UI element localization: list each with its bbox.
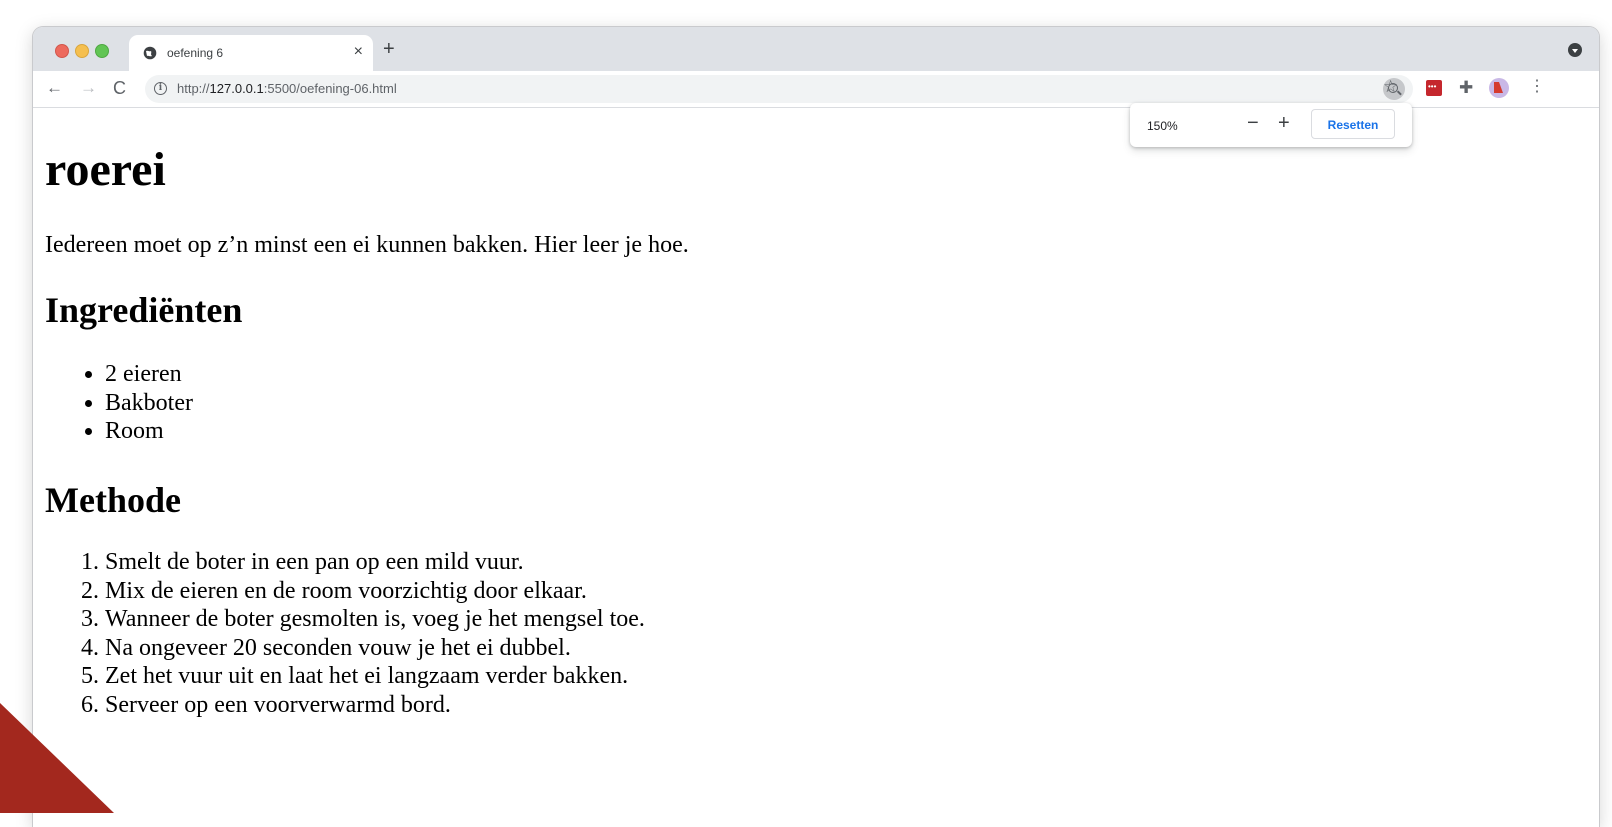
ingredients-heading: Ingrediënten <box>45 290 243 330</box>
browser-window: oefening 6 × + ← → C i http://127.0.0.1:… <box>33 27 1599 827</box>
extension-lastpass-icon[interactable] <box>1426 80 1442 96</box>
page-title: roerei <box>45 143 166 196</box>
info-icon[interactable]: i <box>154 82 167 95</box>
tab-title: oefening 6 <box>167 46 224 60</box>
list-item: Zet het vuur uit en laat het ei langzaam… <box>105 662 645 691</box>
minimize-window-button[interactable] <box>75 44 89 58</box>
address-bar[interactable]: i http://127.0.0.1:5500/oefening-06.html <box>145 75 1413 103</box>
new-tab-button[interactable]: + <box>383 39 395 59</box>
forward-button[interactable]: → <box>80 79 97 97</box>
back-button[interactable]: ← <box>46 79 63 97</box>
maximize-window-button[interactable] <box>95 44 109 58</box>
list-item: Serveer op een voorverwarmd bord. <box>105 691 645 720</box>
list-item: Smelt de boter in een pan op een mild vu… <box>105 548 645 577</box>
list-item: Bakboter <box>105 389 193 418</box>
reload-button[interactable]: C <box>113 79 126 97</box>
profile-avatar[interactable] <box>1489 78 1509 98</box>
list-item: 2 eieren <box>105 360 193 389</box>
zoom-out-button[interactable]: − <box>1247 112 1259 134</box>
menu-icon[interactable]: ⋮ <box>1529 77 1545 97</box>
corner-decoration <box>0 703 114 813</box>
zoom-in-button[interactable]: + <box>1278 112 1290 134</box>
star-icon[interactable]: ☆ <box>1383 77 1398 97</box>
tab-search-icon[interactable] <box>1568 43 1582 57</box>
tab-strip: oefening 6 × + <box>33 27 1599 71</box>
globe-icon <box>143 46 157 60</box>
list-item: Room <box>105 417 193 446</box>
list-item: Mix de eieren en de room voorzichtig doo… <box>105 577 645 606</box>
zoom-popup: 150% − + Resetten <box>1130 103 1412 147</box>
close-window-button[interactable] <box>55 44 69 58</box>
url-path: :5500/oefening-06.html <box>263 81 397 96</box>
url-text[interactable]: http://127.0.0.1:5500/oefening-06.html <box>177 81 397 96</box>
list-item: Wanneer de boter gesmolten is, voeg je h… <box>105 605 645 634</box>
zoom-level: 150% <box>1147 119 1178 133</box>
ingredients-list: 2 eieren Bakboter Room <box>45 360 193 446</box>
tab-close-button[interactable]: × <box>354 43 363 61</box>
zoom-reset-button[interactable]: Resetten <box>1311 109 1395 139</box>
method-heading: Methode <box>45 480 181 520</box>
page-content: roerei Iedereen moet op z’n minst een ei… <box>45 108 1599 827</box>
list-item: Na ongeveer 20 seconden vouw je het ei d… <box>105 634 645 663</box>
url-host: 127.0.0.1 <box>209 81 264 96</box>
method-steps-list: Smelt de boter in een pan op een mild vu… <box>45 548 645 719</box>
url-scheme: http:// <box>177 81 210 96</box>
tab-oefening-6[interactable]: oefening 6 × <box>129 35 373 71</box>
extensions-puzzle-icon[interactable]: ✚ <box>1459 78 1473 98</box>
intro-paragraph: Iedereen moet op z’n minst een ei kunnen… <box>45 232 689 258</box>
